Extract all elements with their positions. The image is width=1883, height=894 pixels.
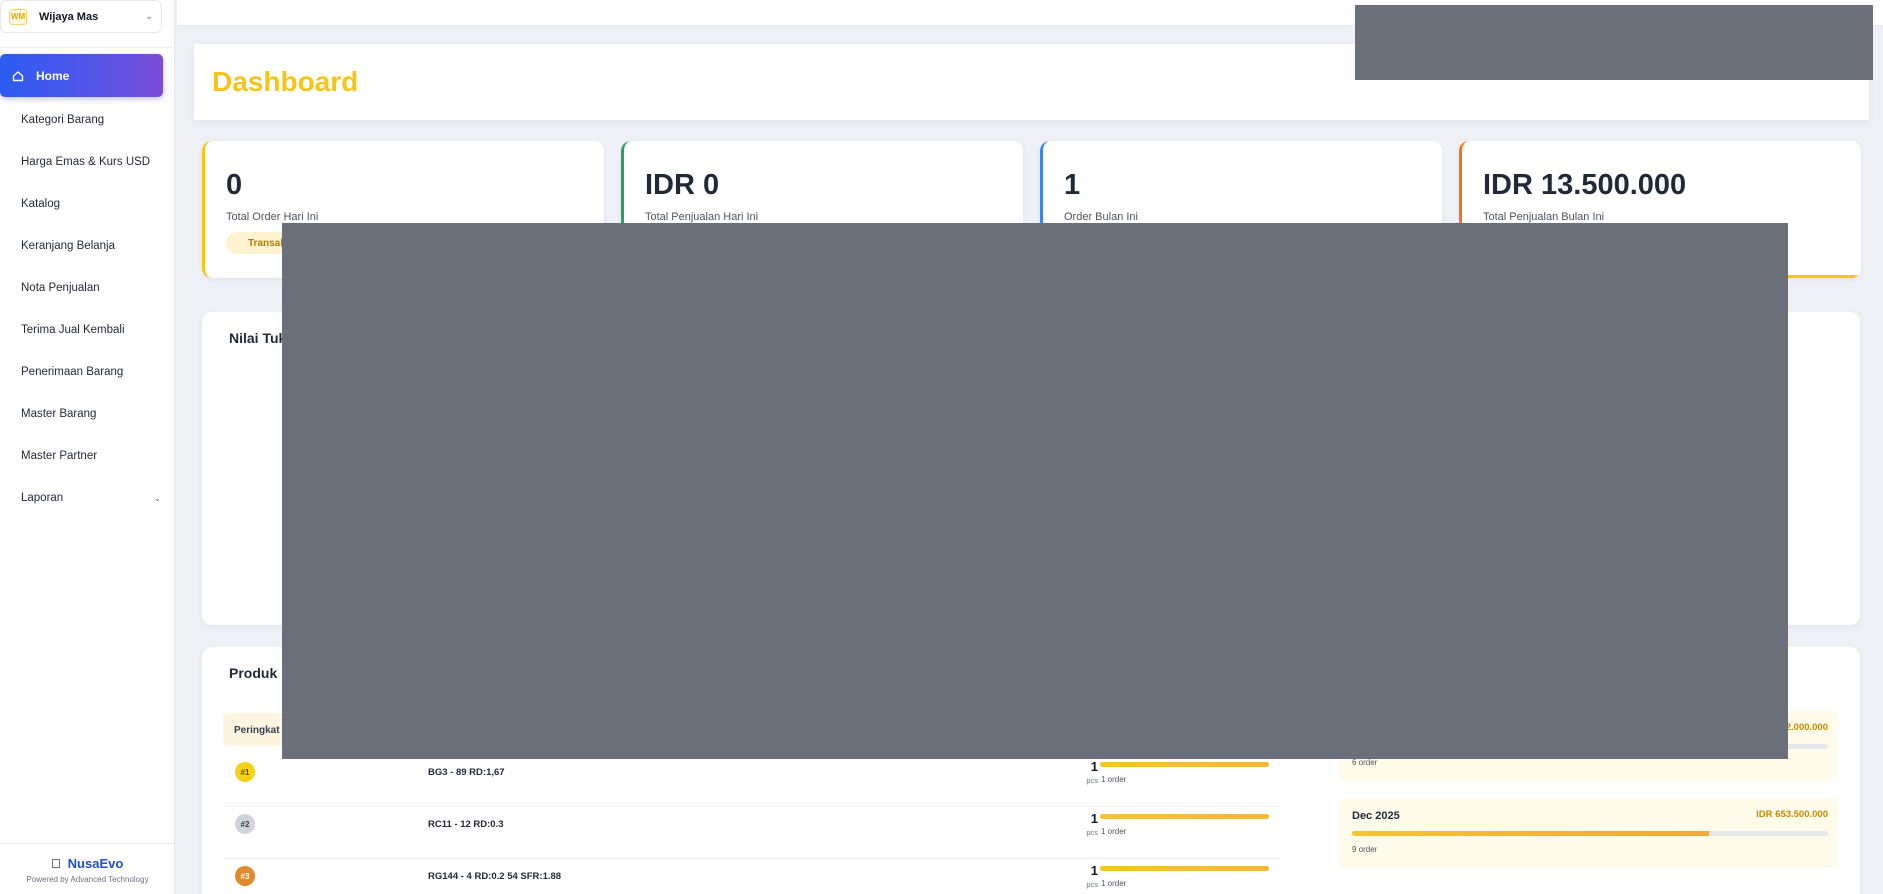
stat-value: IDR 0 (645, 169, 720, 201)
table-row[interactable]: #1 BG3 - 89 RD:1,67 1 pcs 1 order (223, 755, 1281, 807)
sidebar-item-label: Nota Penjualan (21, 282, 100, 294)
org-name: Wijaya Mas (39, 10, 99, 23)
sidebar-nav: Kategori Barang Harga Emas & Kurs USD Ka… (21, 99, 161, 519)
page-title: Dashboard (212, 66, 359, 97)
order-count: 1 order (1101, 775, 1127, 784)
order-count: 1 order (1101, 879, 1127, 888)
redacted-region (1355, 5, 1873, 80)
order-count: 1 order (1101, 827, 1127, 836)
redacted-region (282, 223, 1788, 759)
month-name: Dec 2025 (1352, 810, 1400, 822)
month-summary-card: Dec 2025 IDR 653.500.000 9 order (1339, 798, 1838, 868)
product-name: RG144 - 4 RD:0.2 54 SFR:1.88 (428, 871, 562, 882)
sidebar-item-kategori-barang[interactable]: Kategori Barang (21, 99, 161, 141)
sidebar-item-master-partner[interactable]: Master Partner (21, 435, 161, 477)
organization-switcher[interactable]: WM Wijaya Mas ⌄ (0, 0, 162, 33)
sidebar-item-penerimaan-barang[interactable]: Penerimaan Barang (21, 351, 161, 393)
month-total: 2.000.000 (1785, 722, 1828, 733)
stat-label: Order Bulan Ini (1064, 211, 1138, 223)
sidebar-item-keranjang-belanja[interactable]: Keranjang Belanja (21, 225, 161, 267)
product-qty: 1 (1090, 863, 1098, 878)
sidebar-item-laporan[interactable]: Laporan ⌄ (21, 477, 161, 519)
product-unit: pcs (1086, 828, 1098, 837)
product-qty: 1 (1090, 759, 1098, 774)
product-name: RC11 - 12 RD:0.3 (428, 819, 504, 830)
brand-name: NusaEvo (67, 856, 124, 871)
brand-icon (51, 859, 60, 868)
sidebar-item-terima-jual-kembali[interactable]: Terima Jual Kembali (21, 309, 161, 351)
sidebar-item-katalog[interactable]: Katalog (21, 183, 161, 225)
sidebar-footer: NusaEvo Powered by Advanced Technology (0, 843, 175, 894)
chevron-down-icon: ⌄ (145, 11, 153, 21)
sidebar-item-label: Home (36, 68, 70, 83)
sidebar-item-label: Harga Emas & Kurs USD (21, 156, 151, 168)
stat-label: Total Penjualan Hari Ini (645, 211, 759, 223)
sidebar-item-label: Katalog (21, 198, 61, 210)
home-icon (12, 70, 24, 81)
sidebar-item-master-barang[interactable]: Master Barang (21, 393, 161, 435)
panel-title: Nilai Tuk (229, 330, 287, 346)
sidebar-item-label: Master Partner (21, 450, 98, 462)
stat-value: 1 (1064, 169, 1081, 201)
sidebar: WM Wijaya Mas ⌄ Home Kategori Barang Har… (0, 0, 175, 894)
chevron-down-icon: ⌄ (153, 492, 161, 503)
sidebar-item-label: Penerimaan Barang (21, 366, 124, 378)
product-qty: 1 (1090, 811, 1098, 826)
column-header-rank: Peringkat (234, 725, 280, 736)
sidebar-item-home[interactable]: Home (0, 54, 163, 97)
sidebar-item-label: Terima Jual Kembali (21, 324, 125, 336)
month-orders: 9 order (1352, 845, 1378, 854)
rank-badge: #3 (235, 866, 255, 886)
product-unit: pcs (1086, 776, 1098, 785)
month-progress-track (1352, 831, 1828, 836)
product-unit: pcs (1086, 880, 1098, 889)
month-orders: 6 order (1352, 758, 1378, 767)
sidebar-item-label: Keranjang Belanja (21, 240, 115, 252)
sales-bar (1100, 814, 1269, 819)
stat-label: Total Order Hari Ini (226, 211, 319, 223)
sales-bar (1100, 866, 1269, 871)
month-progress-fill (1352, 831, 1709, 836)
rank-badge: #1 (235, 762, 255, 782)
brand: NusaEvo (0, 856, 175, 871)
product-name: BG3 - 89 RD:1,67 (428, 767, 505, 778)
month-total: IDR 653.500.000 (1756, 809, 1828, 820)
sidebar-item-label: Master Barang (21, 408, 97, 420)
rank-badge: #2 (235, 814, 255, 834)
stat-value: IDR 13.500.000 (1483, 169, 1687, 201)
powered-by-text: Powered by Advanced Technology (26, 875, 149, 884)
sidebar-item-nota-penjualan[interactable]: Nota Penjualan (21, 267, 161, 309)
sidebar-divider (0, 47, 175, 48)
stat-value: 0 (226, 169, 243, 201)
org-logo: WM (9, 8, 27, 25)
table-row[interactable]: #3 RG144 - 4 RD:0.2 54 SFR:1.88 1 pcs 1 … (223, 859, 1281, 894)
table-row[interactable]: #2 RC11 - 12 RD:0.3 1 pcs 1 order (223, 807, 1281, 859)
sidebar-item-label: Laporan (21, 492, 64, 504)
stat-label: Total Penjualan Bulan Ini (1483, 211, 1605, 223)
panel-title: Produk (229, 665, 278, 681)
sidebar-item-harga-emas[interactable]: Harga Emas & Kurs USD (21, 141, 161, 183)
sales-bar (1100, 762, 1269, 767)
sidebar-item-label: Kategori Barang (21, 114, 105, 126)
